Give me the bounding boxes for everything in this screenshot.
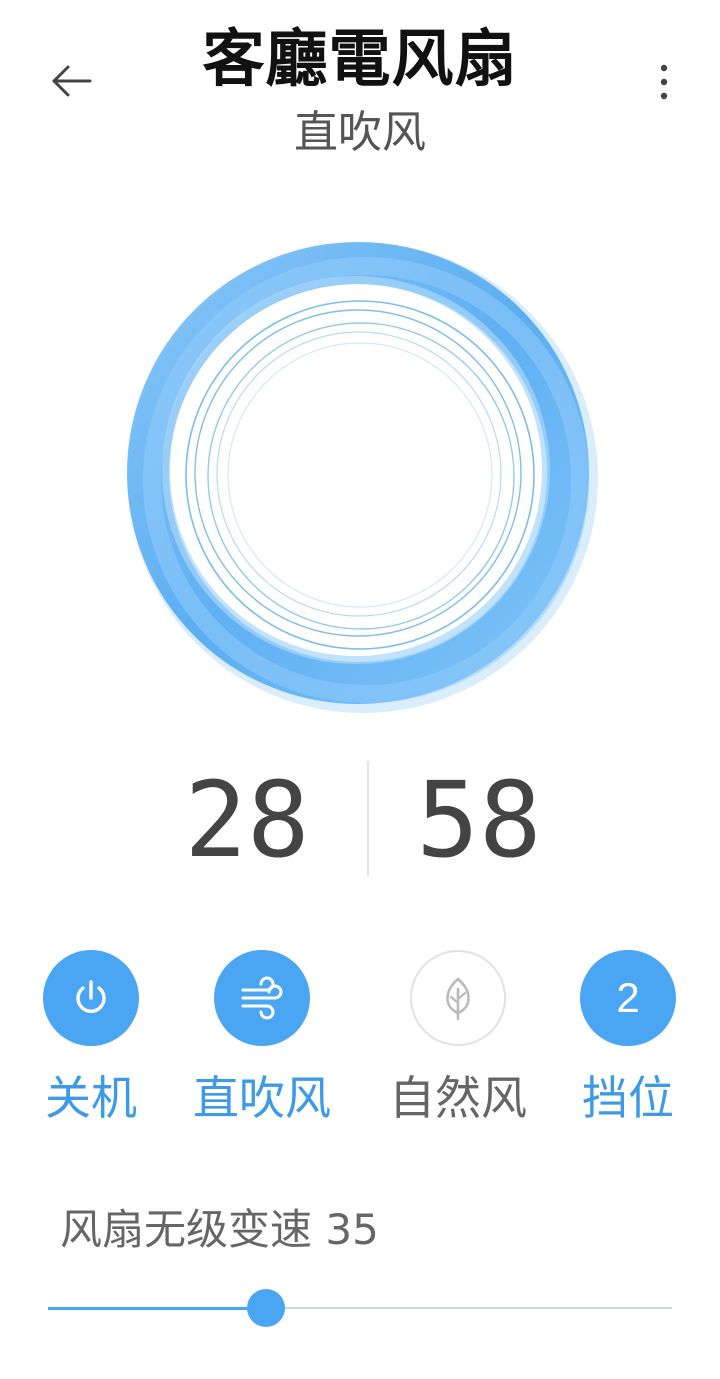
fan-animation-ring [120, 230, 600, 720]
mode-subtitle: 直吹风 [294, 107, 426, 158]
direct-wind-circle[interactable] [214, 950, 310, 1046]
readout-divider [367, 761, 369, 876]
direct-wind-label: 直吹风 [193, 1071, 331, 1125]
speed-label: 风扇无级变速 35 [60, 1205, 379, 1254]
gear-level-button[interactable]: 2 挡位 [543, 950, 713, 1125]
direct-wind-button[interactable]: 直吹风 [177, 950, 347, 1125]
readout-panel: 28 58 [0, 755, 720, 885]
more-menu-icon[interactable] [646, 60, 682, 104]
page-title: 客廳電风扇 [202, 22, 518, 95]
left-readout-value: 28 [184, 759, 310, 881]
wind-icon [241, 976, 283, 1020]
natural-wind-button[interactable]: 自然风 [373, 950, 543, 1125]
slider-thumb[interactable] [247, 1289, 286, 1327]
gear-level-label: 挡位 [582, 1071, 674, 1125]
power-icon [76, 980, 106, 1013]
mode-controls: 关机 直吹风 自然风 2 挡位 [0, 950, 720, 1125]
leaf-icon [446, 977, 470, 1021]
slider-track-fill [48, 1307, 267, 1310]
gear-level-badge: 2 [616, 974, 640, 1021]
natural-wind-label: 自然风 [389, 1071, 527, 1125]
speed-slider[interactable] [48, 1288, 672, 1328]
power-button[interactable]: 关机 [6, 950, 176, 1125]
power-label: 关机 [45, 1071, 137, 1125]
natural-wind-circle[interactable] [410, 950, 506, 1046]
power-circle[interactable] [43, 950, 139, 1046]
gear-level-circle[interactable]: 2 [580, 950, 676, 1046]
header-bar: 客廳電风扇 直吹风 [0, 0, 720, 170]
right-readout-value: 58 [416, 759, 542, 881]
